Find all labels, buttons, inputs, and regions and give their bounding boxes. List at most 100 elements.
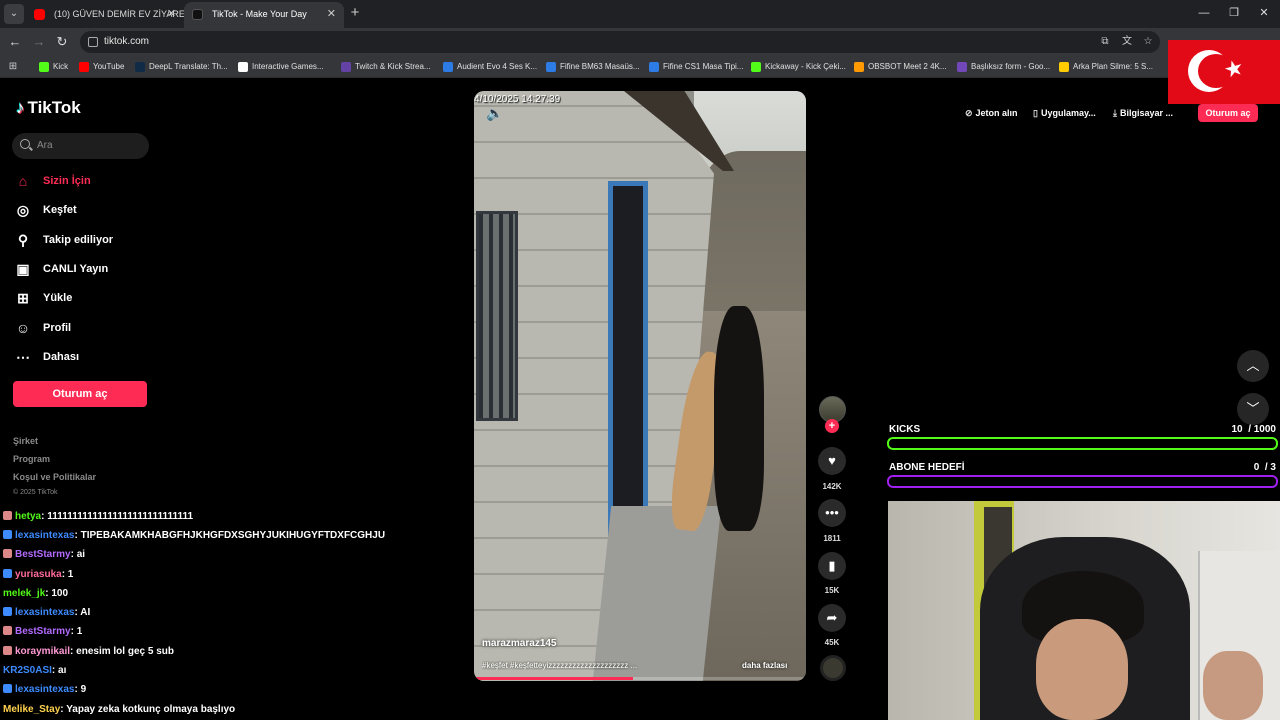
chevron-up-icon: ︿ <box>1246 358 1260 373</box>
chat-message: lexasintexas: AI <box>3 605 90 621</box>
desktop-app-button[interactable]: ⤓ Bilgisayar ... <box>1113 104 1173 122</box>
nav-explore[interactable]: ◎ Keşfet <box>14 200 77 220</box>
share-button[interactable]: ➦ <box>818 604 846 632</box>
new-tab-button[interactable]: + <box>346 4 364 22</box>
minimize-icon[interactable]: — <box>1194 4 1214 22</box>
kicks-goal-bar <box>887 437 1278 450</box>
url-text: tiktok.com <box>104 36 150 47</box>
next-video-button[interactable]: ﹀ <box>1237 393 1269 425</box>
check-icon <box>443 62 453 72</box>
chat-badge-icon <box>3 549 12 558</box>
video-progress-bar[interactable] <box>474 677 806 680</box>
apps-grid-icon[interactable]: ⊞ <box>6 60 20 74</box>
bookmark-item[interactable]: Interactive Games... <box>238 60 324 74</box>
webcam-overlay <box>888 501 1280 720</box>
restore-icon[interactable]: ❐ <box>1224 4 1244 22</box>
bookmark-item[interactable]: Kick <box>39 60 68 74</box>
get-coins-button[interactable]: ⊘ Jeton alın <box>965 104 1018 122</box>
copyright: © 2025 TikTok <box>13 489 58 496</box>
get-app-button[interactable]: ▯ Uygulamay... <box>1033 104 1096 122</box>
chat-username: melek_jk <box>3 588 46 599</box>
bookmark-item[interactable]: Arka Plan Silme: 5 S... <box>1059 60 1153 74</box>
download-icon: ⤓ <box>1113 108 1117 118</box>
kicks-goal-label: KICKS <box>889 424 921 435</box>
twitch-icon <box>341 62 351 72</box>
footer-link-program[interactable]: Program <box>13 454 50 464</box>
chat-username: Melike_Stay <box>3 704 61 715</box>
share-icon: ➦ <box>826 610 838 625</box>
chat-message: lexasintexas: TIPEBAKAMKHABGFHJKHGFDXSGH… <box>3 528 385 544</box>
close-tab-icon[interactable]: ✕ <box>167 2 176 26</box>
reload-icon[interactable]: ↻ <box>53 33 71 51</box>
chat-username: BestStarmy <box>15 626 71 637</box>
nav-upload[interactable]: ⊞ Yükle <box>14 288 72 308</box>
nav-profile[interactable]: ☺ Profil <box>14 318 71 338</box>
nav-following[interactable]: ⚲ Takip ediliyor <box>14 230 113 250</box>
search-placeholder: Ara <box>37 140 53 151</box>
like-button[interactable]: ♥ <box>818 447 846 475</box>
address-bar-row: ← → ↻ tiktok.com ⧉ 文 ☆ <box>0 28 1280 56</box>
sub-goal-label: ABONE HEDEFİ <box>889 462 965 473</box>
home-icon: ⌂ <box>18 173 28 189</box>
install-icon[interactable]: ⧉ <box>1098 35 1112 49</box>
tab-search-icon[interactable]: ⌄ <box>4 4 24 24</box>
bookmark-item[interactable]: Twitch & Kick Strea... <box>341 60 431 74</box>
tab-youtube[interactable]: (10) GÜVEN DEMİR EV ZİYARETİ ✕ <box>26 2 184 28</box>
site-info-icon[interactable] <box>88 37 98 47</box>
bookmark-item[interactable]: Audient Evo 4 Ses K... <box>443 60 537 74</box>
check-icon <box>649 62 659 72</box>
tab-tiktok[interactable]: TikTok - Make Your Day ✕ <box>184 2 344 28</box>
nav-more[interactable]: ⋯ Dahası <box>14 347 79 367</box>
video-caption[interactable]: #keşfet #keşfetteyizzzzzzzzzzzzzzzzzzzz … <box>482 661 692 670</box>
chat-badge-icon <box>3 511 12 520</box>
bookmark-item[interactable]: Fifine BM63 Masaüs... <box>546 60 640 74</box>
music-disc-icon[interactable] <box>820 655 846 681</box>
top-login-button[interactable]: Oturum aç <box>1198 104 1258 122</box>
comment-icon: ••• <box>825 505 839 520</box>
chat-username: koraymikail <box>15 646 71 657</box>
bookmark-item[interactable]: YouTube <box>79 60 124 74</box>
chat-message: Melike_Stay: Yapay zeka kotkunç olmaya b… <box>3 702 235 718</box>
compass-icon: ◎ <box>16 202 30 218</box>
window-close-icon[interactable]: ✕ <box>1254 4 1274 22</box>
bookmark-item[interactable]: Kickaway - Kick Çeki... <box>751 60 846 74</box>
forward-icon[interactable]: → <box>30 33 48 51</box>
video-player[interactable]: 4/10/2025 14:27:39 🔈 marazmaraz145 #keşf… <box>474 91 806 681</box>
search-input[interactable]: Ara <box>12 133 149 159</box>
back-icon[interactable]: ← <box>6 33 24 51</box>
chat-message: yuriasuka: 1 <box>3 567 73 583</box>
follow-plus-icon[interactable]: + <box>825 419 839 433</box>
bookmark-item[interactable]: Başlıksız form - Goo... <box>957 60 1050 74</box>
comment-button[interactable]: ••• <box>818 499 846 527</box>
url-field[interactable]: tiktok.com <box>80 31 1160 53</box>
nav-for-you[interactable]: ⌂ Sizin İçin <box>14 171 91 191</box>
bookmark-item[interactable]: Fifine CS1 Masa Tipi... <box>649 60 743 74</box>
save-button[interactable]: ▮ <box>818 552 846 580</box>
chat-username: KR2S0ASI <box>3 665 52 676</box>
remove-bg-icon <box>1059 62 1069 72</box>
volume-icon[interactable]: 🔈 <box>486 105 503 122</box>
close-tab-icon[interactable]: ✕ <box>327 2 336 26</box>
live-icon: ▣ <box>16 261 30 277</box>
profile-icon: ☺ <box>15 320 31 336</box>
chat-badge-icon <box>3 607 12 616</box>
chat-text: : Yapay zeka kotkunç olmaya başlıyo <box>60 704 236 715</box>
save-count: 15K <box>824 586 840 595</box>
chat-badge-icon <box>3 569 12 578</box>
bookmark-item[interactable]: OBSBOT Meet 2 4K... <box>854 60 947 74</box>
tiktok-logo[interactable]: ♪ TikTok <box>16 98 81 118</box>
footer-link-terms[interactable]: Koşul ve Politikalar <box>13 472 96 482</box>
chat-username: lexasintexas <box>15 530 75 541</box>
footer-link-company[interactable]: Şirket <box>13 436 38 446</box>
heart-icon: ♥ <box>828 453 836 468</box>
bookmark-star-icon[interactable]: ☆ <box>1141 35 1155 49</box>
caption-more-link[interactable]: daha fazlası <box>742 661 787 670</box>
prev-video-button[interactable]: ︿ <box>1237 350 1269 382</box>
video-author[interactable]: marazmaraz145 <box>482 638 557 649</box>
nav-live[interactable]: ▣ CANLI Yayın <box>14 259 108 279</box>
bookmark-item[interactable]: DeepL Translate: Th... <box>135 60 228 74</box>
translate-icon[interactable]: 文 <box>1120 35 1134 49</box>
youtube-icon <box>79 62 89 72</box>
login-button[interactable]: Oturum aç <box>13 381 147 407</box>
tab-title: (10) GÜVEN DEMİR EV ZİYARETİ <box>54 9 184 19</box>
